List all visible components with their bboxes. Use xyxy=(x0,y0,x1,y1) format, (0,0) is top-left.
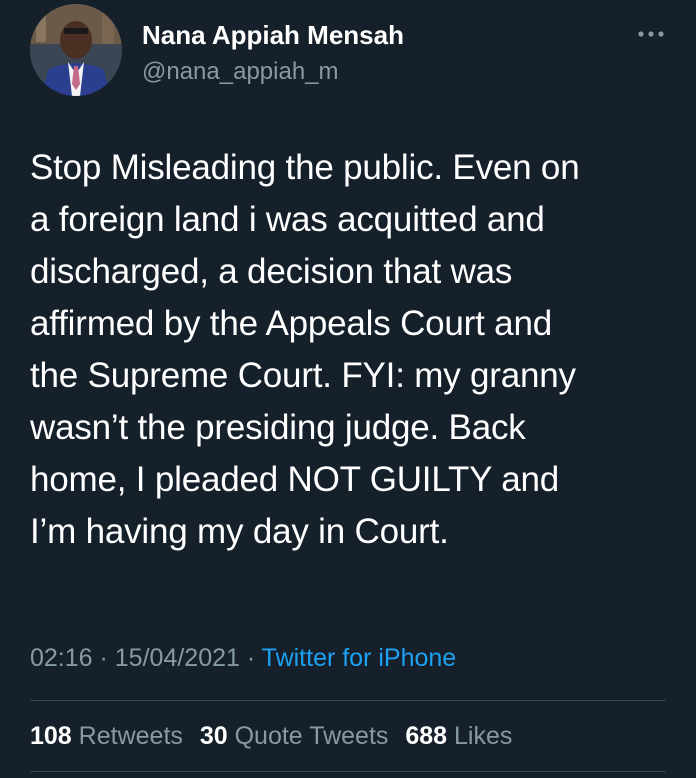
likes-stat[interactable]: 688 Likes xyxy=(405,722,512,750)
meta-separator: · xyxy=(92,644,115,672)
tweet-time[interactable]: 02:16 xyxy=(30,644,93,672)
tweet-meta: 02:16 · 15/04/2021 · Twitter for iPhone xyxy=(30,644,456,673)
tweet-text: Stop Misleading the public. Even on a fo… xyxy=(30,142,680,558)
tweet-text-line: discharged, a decision that was xyxy=(30,252,513,291)
tweet-text-line: I’m having my day in Court. xyxy=(30,512,449,551)
quote-tweets-stat[interactable]: 30 Quote Tweets xyxy=(200,722,389,750)
tweet-text-line: a foreign land i was acquitted and xyxy=(30,200,545,239)
more-horizontal-icon[interactable] xyxy=(636,26,666,42)
profile-photo-icon xyxy=(30,4,122,96)
tweet-source-link[interactable]: Twitter for iPhone xyxy=(262,644,457,672)
retweets-count: 108 xyxy=(30,722,72,750)
quote-tweets-count: 30 xyxy=(199,722,228,750)
tweet-text-line: affirmed by the Appeals Court and xyxy=(30,304,552,343)
tweet-text-line: home, I pleaded NOT GUILTY and xyxy=(30,460,560,499)
divider xyxy=(30,700,666,701)
display-name[interactable]: Nana Appiah Mensah xyxy=(142,20,404,51)
avatar[interactable] xyxy=(30,4,122,96)
tweet-text-line: wasn’t the presiding judge. Back xyxy=(30,408,526,447)
retweets-stat[interactable]: 108 Retweets xyxy=(30,722,183,750)
meta-separator: · xyxy=(239,644,262,672)
engagement-stats: 108 Retweets 30 Quote Tweets 688 Likes xyxy=(30,722,522,751)
tweet-date[interactable]: 15/04/2021 xyxy=(115,644,240,672)
user-handle[interactable]: @nana_appiah_m xyxy=(142,58,339,86)
tweet-text-line: Stop Misleading the public. Even on xyxy=(30,148,580,187)
tweet-text-line: the Supreme Court. FYI: my granny xyxy=(30,356,576,395)
likes-count: 688 xyxy=(405,722,448,750)
tweet-card: Nana Appiah Mensah @nana_appiah_m Stop M… xyxy=(0,0,696,778)
divider xyxy=(30,771,666,772)
retweets-label: Retweets xyxy=(78,722,183,750)
likes-label: Likes xyxy=(454,722,513,750)
quote-tweets-label: Quote Tweets xyxy=(234,722,389,750)
